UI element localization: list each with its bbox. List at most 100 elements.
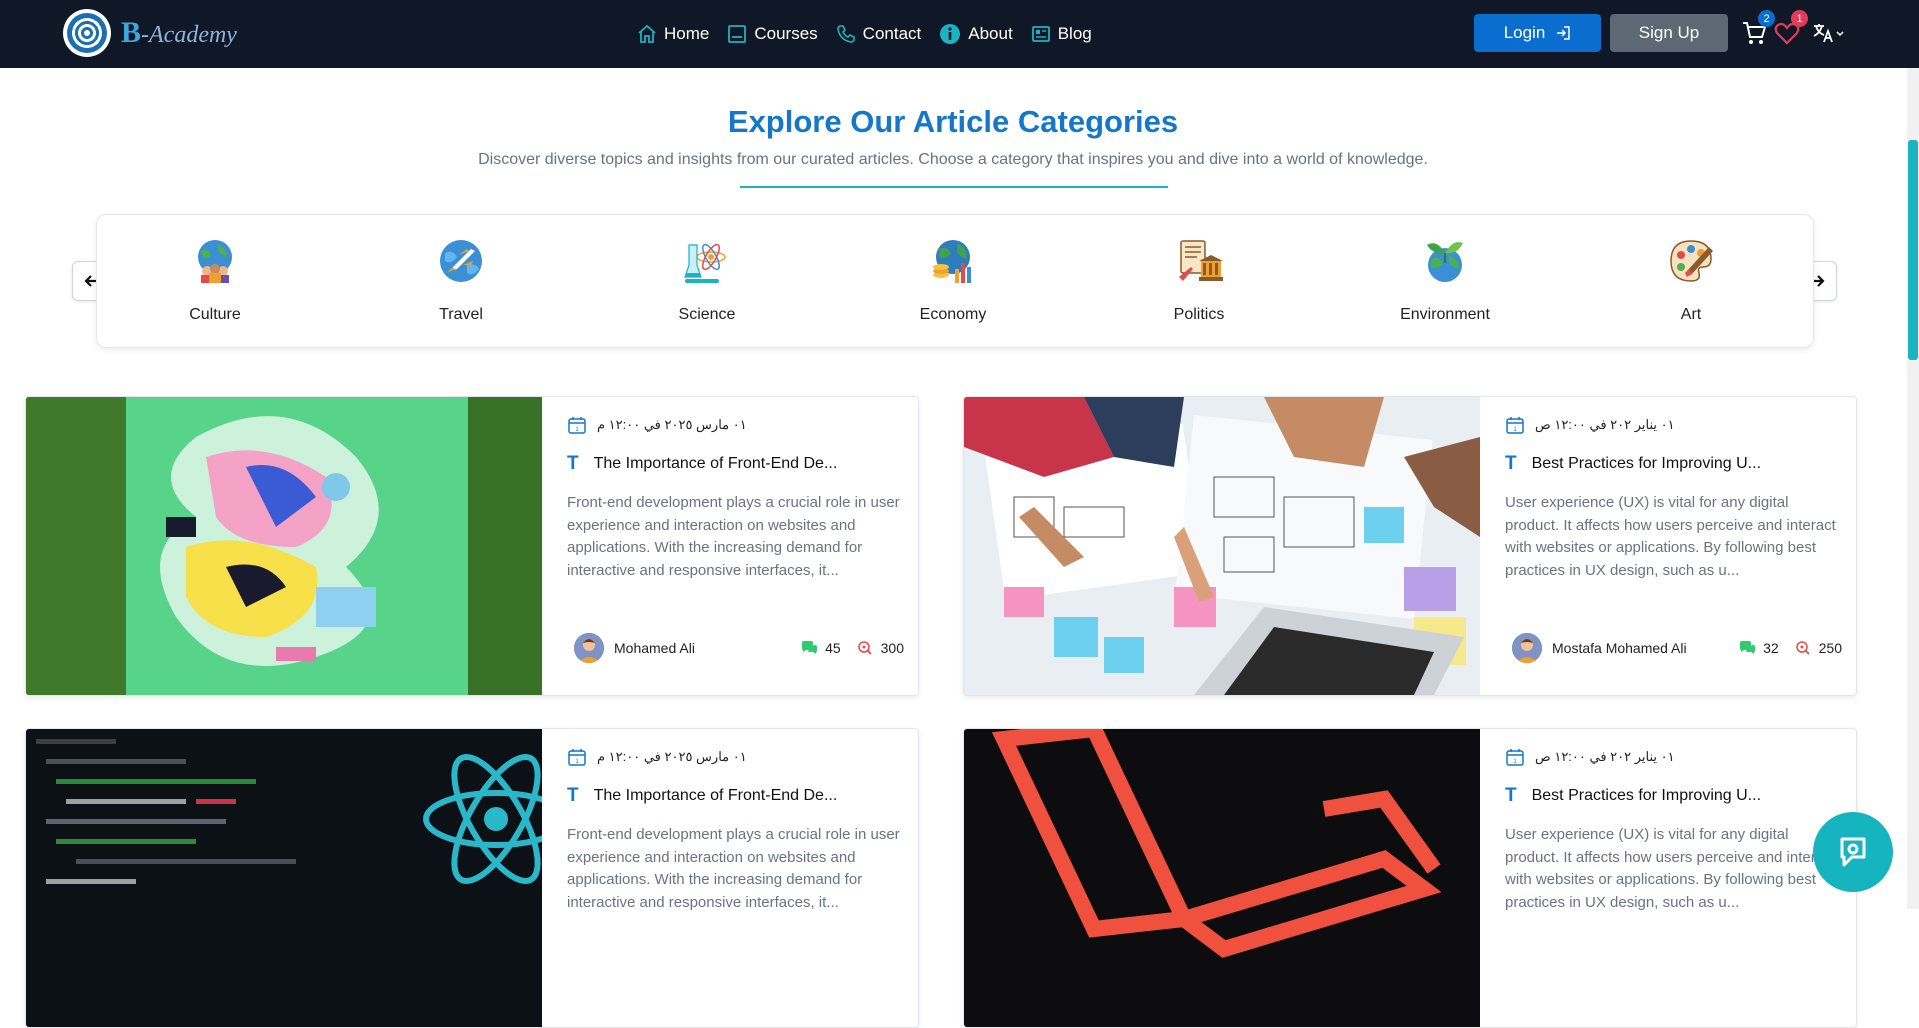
- nav-courses-label: Courses: [754, 24, 818, 43]
- comment-count-text: 32: [1763, 640, 1779, 656]
- article-image[interactable]: [964, 729, 1480, 1027]
- article-body: 1 ٠١ يناير ٢٠٢ في ١٢:٠٠ ص T Best Practic…: [1480, 729, 1856, 1027]
- page-subtitle: Discover diverse topics and insights fro…: [478, 151, 1428, 168]
- article-title[interactable]: T The Importance of Front-End De...: [567, 453, 837, 475]
- login-button[interactable]: Login: [1474, 14, 1601, 52]
- nav-blog-label: Blog: [1057, 24, 1092, 43]
- login-arrow-icon: [1557, 26, 1571, 40]
- art-icon: [1670, 240, 1713, 282]
- economy-icon: [933, 240, 971, 283]
- article-card[interactable]: 1 ٠١ مارس ٢٠٢٥ في ١٢:٠٠ م T The Importan…: [25, 396, 919, 696]
- article-title[interactable]: T The Importance of Front-End De...: [567, 785, 837, 807]
- article-date: 1 ٠١ مارس ٢٠٢٥ في ١٢:٠٠ م: [567, 747, 747, 767]
- category-science-label: Science: [678, 306, 736, 323]
- science-icon: [684, 243, 726, 283]
- home-icon: [638, 24, 656, 43]
- floating-chat-button[interactable]: [1813, 812, 1893, 892]
- calendar-icon: 1: [1506, 417, 1524, 434]
- category-art-label: Art: [1680, 306, 1702, 323]
- login-label: Login: [1503, 23, 1546, 42]
- article-date: 1 ٠١ مارس ٢٠٢٥ في ١٢:٠٠ م: [567, 415, 747, 435]
- author-avatar: [1512, 633, 1542, 663]
- text-title-icon: T: [1505, 453, 1517, 474]
- nav-contact-label: Contact: [862, 24, 922, 43]
- article-excerpt: Front-end development plays a crucial ro…: [567, 494, 900, 579]
- calendar-icon: 1: [568, 749, 586, 766]
- brand-name: B-Academy: [121, 16, 237, 49]
- category-economy[interactable]: Economy: [873, 237, 1033, 324]
- environment-icon: [1427, 242, 1463, 282]
- author-name: Mostafa Mohamed Ali: [1552, 640, 1687, 656]
- view-count-text: 300: [880, 640, 904, 656]
- article-footer: Mohamed Ali 45 300: [574, 633, 904, 663]
- views-icon: [1795, 641, 1810, 655]
- article-date-text: ٠١ مارس ٢٠٢٥ في ١٢:٠٠ م: [597, 417, 747, 432]
- signup-button[interactable]: Sign Up: [1610, 14, 1728, 52]
- views-icon: [857, 641, 872, 655]
- article-excerpt: User experience (UX) is vital for any di…: [1505, 494, 1836, 579]
- category-travel-label: Travel: [439, 306, 483, 323]
- translate-icon: [1813, 24, 1844, 43]
- article-footer: Mostafa Mohamed Ali 32 250: [1512, 633, 1842, 663]
- nav-courses[interactable]: Courses: [727, 24, 818, 44]
- category-politics[interactable]: Politics: [1119, 237, 1279, 324]
- brand-logo[interactable]: B-Academy: [63, 9, 237, 57]
- article-card[interactable]: 1 ٠١ مارس ٢٠٢٥ في ١٢:٠٠ م T The Importan…: [25, 728, 919, 1028]
- article-title[interactable]: T Best Practices for Improving U...: [1505, 785, 1761, 807]
- view-count: 300: [857, 640, 904, 656]
- culture-icon: [198, 240, 232, 283]
- article-title-text: Best Practices for Improving U...: [1531, 455, 1762, 472]
- calendar-icon: 1: [568, 417, 586, 434]
- article-image[interactable]: [26, 397, 542, 695]
- title-underline-divider: [740, 186, 1168, 188]
- phone-icon: [836, 25, 855, 43]
- article-date: 1 ٠١ يناير ٢٠٢ في ١٢:٠٠ ص: [1505, 747, 1675, 767]
- article-image[interactable]: [964, 397, 1480, 695]
- top-navbar: B-Academy Home Courses Contact About Blo…: [0, 0, 1919, 68]
- svg-text:1: 1: [1513, 427, 1517, 433]
- scrollbar-thumb[interactable]: [1908, 140, 1918, 360]
- article-image[interactable]: [26, 729, 542, 1027]
- category-environment[interactable]: Environment: [1365, 237, 1525, 324]
- article-date: 1 ٠١ يناير ٢٠٢ في ١٢:٠٠ ص: [1505, 415, 1675, 435]
- logo-emblem-icon: [63, 9, 111, 57]
- text-title-icon: T: [1505, 785, 1517, 806]
- nav-blog[interactable]: Blog: [1031, 24, 1092, 44]
- cart-count-badge: 2: [1758, 10, 1775, 27]
- view-count-text: 250: [1818, 640, 1842, 656]
- svg-text:1: 1: [1513, 759, 1517, 765]
- category-economy-label: Economy: [919, 306, 987, 323]
- calendar-icon: 1: [1506, 749, 1524, 766]
- comment-count-text: 45: [825, 640, 841, 656]
- article-card[interactable]: 1 ٠١ يناير ٢٠٢ في ١٢:٠٠ ص T Best Practic…: [963, 728, 1857, 1028]
- category-culture-label: Culture: [189, 306, 241, 323]
- article-date-text: ٠١ يناير ٢٠٢ في ١٢:٠٠ ص: [1535, 749, 1675, 764]
- article-date-text: ٠١ مارس ٢٠٢٥ في ١٢:٠٠ م: [597, 749, 747, 764]
- nav-contact[interactable]: Contact: [836, 24, 922, 44]
- svg-text:1: 1: [575, 427, 579, 433]
- page-title: Explore Our Article Categories: [727, 104, 1179, 139]
- nav-home[interactable]: Home: [637, 24, 709, 44]
- nav-about[interactable]: About: [939, 23, 1013, 45]
- category-culture[interactable]: Culture: [135, 237, 295, 324]
- article-date-text: ٠١ يناير ٢٠٢ في ١٢:٠٠ ص: [1535, 417, 1675, 432]
- courses-icon: [728, 25, 747, 43]
- article-card[interactable]: 1 ٠١ يناير ٢٠٢ في ١٢:٠٠ ص T Best Practic…: [963, 396, 1857, 696]
- wishlist-button[interactable]: 1: [1774, 10, 1808, 51]
- cart-button[interactable]: 2: [1741, 10, 1775, 51]
- article-excerpt: User experience (UX) is vital for any di…: [1505, 826, 1836, 911]
- comments-icon: [1740, 641, 1756, 654]
- article-body: 1 ٠١ مارس ٢٠٢٥ في ١٢:٠٠ م T The Importan…: [542, 729, 918, 1027]
- category-travel[interactable]: Travel: [381, 237, 541, 324]
- blog-icon: [1031, 26, 1050, 42]
- category-art[interactable]: Art: [1611, 237, 1771, 324]
- category-environment-label: Environment: [1400, 306, 1490, 323]
- comments-icon: [802, 641, 818, 654]
- main-menu: Home Courses Contact About Blog: [637, 0, 1110, 68]
- article-title[interactable]: T Best Practices for Improving U...: [1505, 453, 1761, 475]
- language-switcher[interactable]: [1812, 22, 1844, 49]
- author-name: Mohamed Ali: [614, 640, 695, 656]
- category-carousel: Culture Travel Science Economy Politics …: [96, 214, 1814, 348]
- author-avatar: [574, 633, 604, 663]
- category-science[interactable]: Science: [627, 237, 787, 324]
